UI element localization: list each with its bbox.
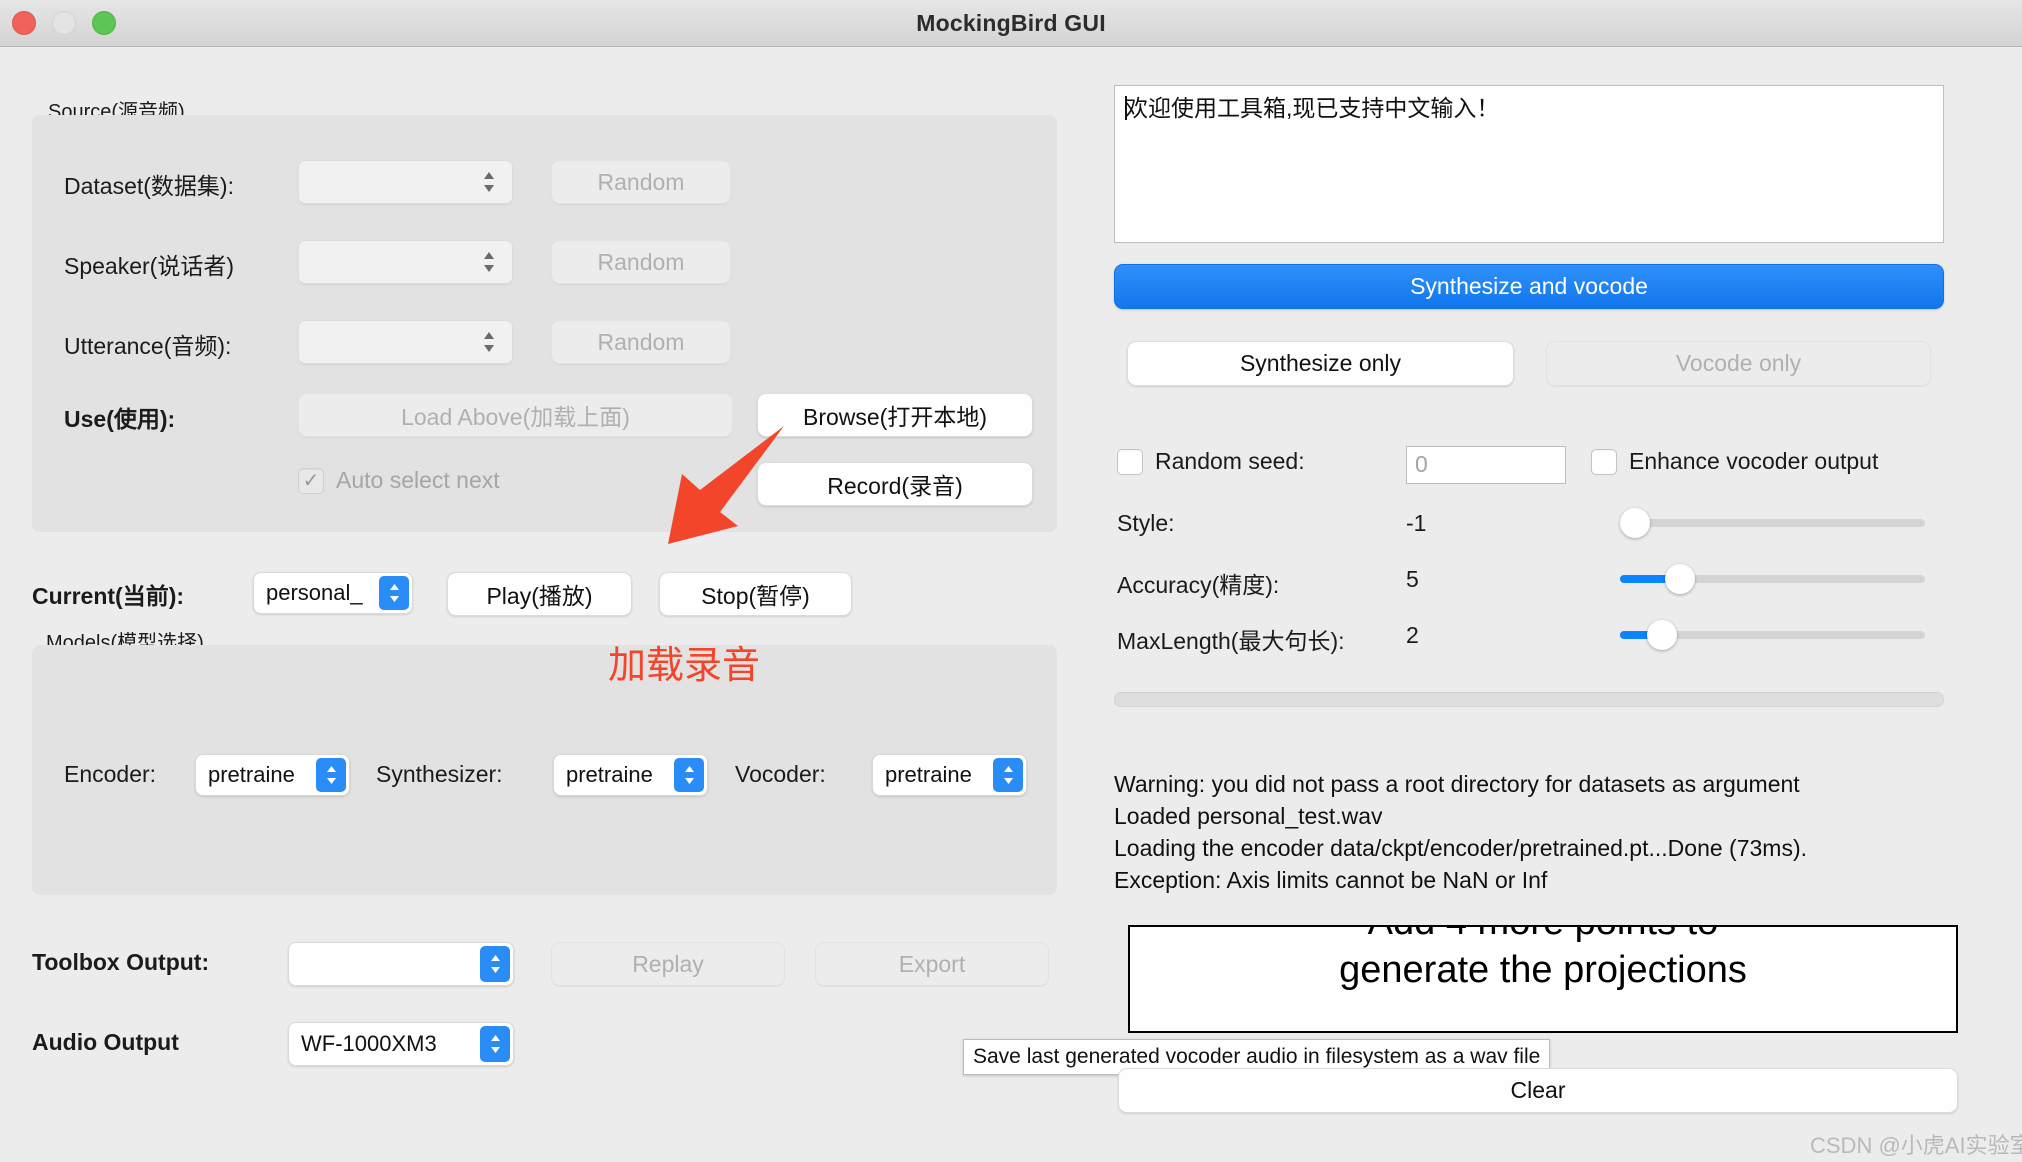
use-label: Use(使用): xyxy=(64,406,176,432)
maxlength-value: 2 xyxy=(1406,622,1419,648)
encoder-combo[interactable]: pretraine xyxy=(195,754,350,796)
synthesizer-value: pretraine xyxy=(566,762,653,787)
random-seed-input[interactable]: 0 xyxy=(1406,446,1566,484)
accuracy-value: 5 xyxy=(1406,566,1419,592)
vocode-only-button[interactable]: Vocode only xyxy=(1546,341,1931,386)
stop-button[interactable]: Stop(暂停) xyxy=(659,572,852,616)
clear-button[interactable]: Clear xyxy=(1118,1068,1958,1113)
enhance-vocoder-row[interactable]: Enhance vocoder output xyxy=(1591,448,1878,475)
window-title: MockingBird GUI xyxy=(916,10,1106,36)
chevron-updown-icon xyxy=(480,1026,510,1062)
toolbox-output-label: Toolbox Output: xyxy=(32,949,210,975)
vocoder-value: pretraine xyxy=(885,762,972,787)
annotation-load-record-text: 加载录音 xyxy=(608,645,761,687)
style-slider-track xyxy=(1620,519,1925,527)
synthesis-text-input[interactable]: 欢迎使用工具箱,现已支持中文输入！ xyxy=(1114,85,1944,243)
projection-hint-line1: Add 4 more points to xyxy=(1130,927,1956,944)
synthesis-text-value: 欢迎使用工具箱,现已支持中文输入！ xyxy=(1125,95,1500,121)
projection-plot: Add 4 more points to generate the projec… xyxy=(1128,925,1958,1033)
utterance-combo[interactable] xyxy=(298,320,513,364)
projection-hint-line2: generate the projections xyxy=(1339,949,1747,991)
encoder-label: Encoder: xyxy=(64,761,157,787)
utterance-random-button[interactable]: Random xyxy=(551,320,731,364)
accuracy-slider-knob[interactable] xyxy=(1665,564,1695,594)
speaker-combo[interactable] xyxy=(298,240,513,284)
audio-output-label: Audio Output xyxy=(32,1029,179,1055)
chevron-updown-icon xyxy=(674,758,704,792)
synthesizer-combo[interactable]: pretraine xyxy=(553,754,708,796)
chevron-updown-icon xyxy=(379,576,409,610)
style-slider-knob[interactable] xyxy=(1620,508,1650,538)
audio-output-combo[interactable]: WF-1000XM3 xyxy=(288,1022,514,1066)
log-line-4: Exception: Axis limits cannot be NaN or … xyxy=(1114,867,1548,893)
vocoder-label: Vocoder: xyxy=(735,761,826,787)
accuracy-label: Accuracy(精度): xyxy=(1117,572,1280,598)
csdn-watermark: CSDN @小虎AI实验室 xyxy=(1810,1133,2022,1158)
enhance-vocoder-label: Enhance vocoder output xyxy=(1629,448,1879,474)
encoder-value: pretraine xyxy=(208,762,295,787)
export-button[interactable]: Export xyxy=(815,942,1049,986)
chevron-updown-icon xyxy=(482,169,496,195)
dataset-random-button[interactable]: Random xyxy=(551,160,731,204)
chevron-updown-icon xyxy=(482,249,496,275)
maxlength-label: MaxLength(最大句长): xyxy=(1117,628,1345,654)
audio-output-value: WF-1000XM3 xyxy=(301,1031,437,1056)
replay-button[interactable]: Replay xyxy=(551,942,785,986)
panel-separator-bar xyxy=(1114,692,1944,707)
auto-select-next-row[interactable]: ✓ Auto select next xyxy=(298,467,500,494)
style-slider[interactable] xyxy=(1620,508,1925,538)
auto-select-next-label: Auto select next xyxy=(336,467,500,493)
synthesize-and-vocode-button[interactable]: Synthesize and vocode xyxy=(1114,264,1944,309)
accuracy-slider[interactable] xyxy=(1620,564,1925,594)
random-seed-row[interactable]: Random seed: xyxy=(1117,448,1305,475)
auto-select-next-checkbox[interactable]: ✓ xyxy=(298,467,324,494)
current-label: Current(当前): xyxy=(32,583,185,609)
current-utterance-value: personal_ xyxy=(266,580,363,605)
style-value: -1 xyxy=(1406,510,1427,536)
dataset-label: Dataset(数据集): xyxy=(64,173,234,199)
log-line-3: Loading the encoder data/ckpt/encoder/pr… xyxy=(1114,835,1807,861)
vocoder-combo[interactable]: pretraine xyxy=(872,754,1027,796)
play-button[interactable]: Play(播放) xyxy=(447,572,632,616)
chevron-updown-icon xyxy=(316,758,346,792)
utterance-label: Utterance(音频): xyxy=(64,333,232,359)
toolbox-output-combo[interactable] xyxy=(288,942,514,986)
chevron-updown-icon xyxy=(993,758,1023,792)
random-seed-checkbox[interactable] xyxy=(1117,448,1143,475)
maxlength-slider-knob[interactable] xyxy=(1647,620,1677,650)
chevron-updown-icon xyxy=(480,946,510,982)
synthesizer-label: Synthesizer: xyxy=(376,761,503,787)
random-seed-label: Random seed: xyxy=(1155,448,1305,474)
log-line-1: Warning: you did not pass a root directo… xyxy=(1114,771,1800,797)
log-line-2: Loaded personal_test.wav xyxy=(1114,803,1383,829)
speaker-label: Speaker(说话者) xyxy=(64,253,234,279)
synthesize-only-button[interactable]: Synthesize only xyxy=(1127,341,1514,386)
speaker-random-button[interactable]: Random xyxy=(551,240,731,284)
accuracy-slider-fill xyxy=(1620,575,1670,583)
browse-button[interactable]: Browse(打开本地) xyxy=(757,393,1033,437)
current-utterance-combo[interactable]: personal_ xyxy=(253,572,413,614)
window-titlebar: MockingBird GUI xyxy=(0,0,2022,47)
record-button[interactable]: Record(录音) xyxy=(757,462,1033,506)
check-icon: ✓ xyxy=(302,469,320,492)
annotation-arrow-icon xyxy=(668,426,784,544)
style-label: Style: xyxy=(1117,510,1175,536)
enhance-vocoder-checkbox[interactable] xyxy=(1591,448,1617,475)
maxlength-slider[interactable] xyxy=(1620,620,1925,650)
chevron-updown-icon xyxy=(482,329,496,355)
dataset-combo[interactable] xyxy=(298,160,513,204)
